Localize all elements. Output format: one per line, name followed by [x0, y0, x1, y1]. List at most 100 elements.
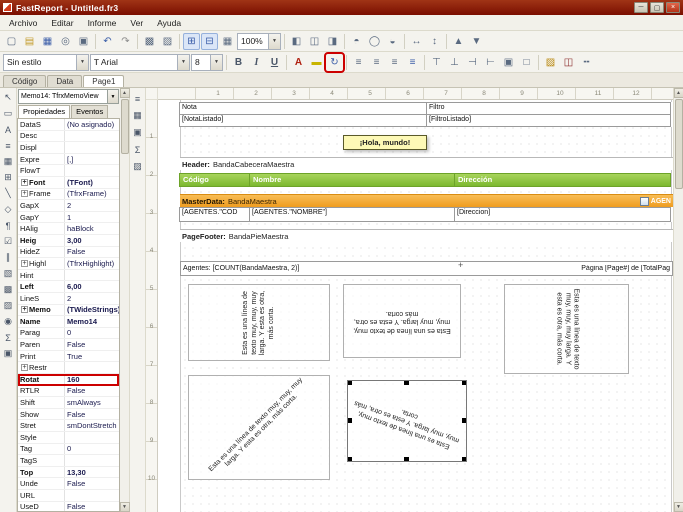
property-row-desc[interactable]: Desc	[18, 131, 119, 143]
bold-icon[interactable]: B	[230, 54, 247, 71]
property-row-lines[interactable]: LineS2	[18, 293, 119, 305]
memo-rotated-180[interactable]: Esta es una línea de texto muy, muy, muy…	[343, 284, 461, 358]
memo-codigo[interactable]: Código	[179, 173, 250, 187]
property-value[interactable]: False	[65, 502, 119, 511]
save-report-icon[interactable]: ▦	[39, 33, 56, 50]
scroll-up-icon[interactable]: ▲	[120, 88, 130, 98]
property-row-print[interactable]: PrintTrue	[18, 351, 119, 363]
memo-nombre[interactable]: Nombre	[249, 173, 455, 187]
expand-icon[interactable]: +	[21, 260, 28, 267]
scroll-down-icon[interactable]: ▼	[120, 502, 130, 512]
property-value[interactable]: (TWideStrings)	[65, 305, 119, 314]
property-row-name[interactable]: NameMemo14	[18, 316, 119, 328]
minimize-button[interactable]: ─	[634, 2, 648, 13]
property-row-shift[interactable]: ShiftsmAlways	[18, 397, 119, 409]
property-row-show[interactable]: ShowFalse	[18, 409, 119, 421]
fit-to-grid-icon[interactable]: ▦	[219, 33, 236, 50]
property-row-tag[interactable]: Tag0	[18, 444, 119, 456]
report-tree-icon[interactable]: ≡	[130, 91, 145, 106]
property-value[interactable]: smDontStretch	[65, 421, 119, 430]
align-text-left-icon[interactable]: ≡	[350, 54, 367, 71]
property-value[interactable]: 1	[65, 213, 119, 222]
property-value[interactable]: False	[65, 479, 119, 488]
ole-object-icon[interactable]: ◉	[1, 314, 16, 329]
fill-color-icon[interactable]: ▨	[542, 54, 559, 71]
scrollbar-thumb[interactable]	[121, 99, 129, 154]
property-value[interactable]: False	[65, 386, 119, 395]
memo-agentes-cod[interactable]: [AGENTES."COD	[179, 207, 250, 222]
checkbox-object-icon[interactable]: ☑	[1, 234, 16, 249]
menu-item-ayuda[interactable]: Ayuda	[150, 17, 188, 29]
chart-object-icon[interactable]: ▧	[1, 266, 16, 281]
property-row-stret[interactable]: StretsmDontStretch	[18, 420, 119, 432]
property-row-expre[interactable]: Expre[,]	[18, 154, 119, 166]
memo-hola-mundo[interactable]: ¡Hola, mundo!	[343, 135, 427, 150]
frame-right-icon[interactable]: ⊢	[482, 54, 499, 71]
align-text-justify-icon[interactable]: ≡	[404, 54, 421, 71]
underline-icon[interactable]: U	[266, 54, 283, 71]
menu-item-ver[interactable]: Ver	[123, 17, 150, 29]
new-report-icon[interactable]: ▢	[3, 33, 20, 50]
font-color-icon[interactable]: A	[290, 54, 307, 71]
frame-color-icon[interactable]: ◫	[560, 54, 577, 71]
undo-icon[interactable]: ↶	[99, 33, 116, 50]
variables-icon[interactable]: Σ	[130, 142, 145, 157]
property-row-unde[interactable]: UndeFalse	[18, 478, 119, 490]
property-value[interactable]: (No asignado)	[65, 120, 119, 129]
inspector-scrollbar[interactable]: ▲ ▼	[120, 88, 130, 512]
memo-agentes-nombre[interactable]: [AGENTES."NOMBRE"]	[249, 207, 455, 222]
italic-icon[interactable]: I	[248, 54, 265, 71]
frame-left-icon[interactable]: ⊣	[464, 54, 481, 71]
property-value[interactable]: 6,00	[65, 282, 119, 291]
close-button[interactable]: ×	[666, 2, 680, 13]
maximize-button[interactable]: ▢	[650, 2, 664, 13]
print-icon[interactable]: ▣	[75, 33, 92, 50]
frame-none-icon[interactable]: □	[518, 54, 535, 71]
group-icon[interactable]: ▩	[141, 33, 158, 50]
property-value[interactable]: (TFont)	[65, 178, 119, 187]
align-text-right-icon[interactable]: ≡	[386, 54, 403, 71]
richtext-object-icon[interactable]: ¶	[1, 218, 16, 233]
property-row-top[interactable]: Top13,30	[18, 467, 119, 479]
property-row-paren[interactable]: ParenFalse	[18, 339, 119, 351]
selection-handle-nw[interactable]	[347, 380, 352, 385]
property-value[interactable]: False	[65, 340, 119, 349]
property-row-halig[interactable]: HAlighaBlock	[18, 223, 119, 235]
property-value[interactable]: 3,00	[65, 236, 119, 245]
bring-to-front-icon[interactable]: ▲	[450, 33, 467, 50]
memo-pagina[interactable]: Página [Page#] de [TotalPag	[581, 265, 672, 272]
property-row-left[interactable]: Left6,00	[18, 281, 119, 293]
selection-handle-e[interactable]	[462, 418, 467, 423]
select-tool-icon[interactable]: ↖	[1, 90, 16, 105]
selection-handle-n[interactable]	[404, 380, 409, 385]
selection-handle-se[interactable]	[462, 457, 467, 462]
gradient-object-icon[interactable]: ▨	[1, 298, 16, 313]
selection-handle-ne[interactable]	[462, 380, 467, 385]
chevron-down-icon[interactable]: ▼	[210, 55, 222, 70]
font-size-combo[interactable]: 8 ▼	[191, 54, 223, 71]
property-value[interactable]: 2	[65, 201, 119, 210]
property-row-hint[interactable]: Hint	[18, 270, 119, 282]
scroll-up-icon[interactable]: ▲	[674, 88, 683, 98]
open-report-icon[interactable]: ▤	[21, 33, 38, 50]
same-height-icon[interactable]: ↕	[426, 33, 443, 50]
expand-icon[interactable]: +	[21, 190, 28, 197]
property-row-frame[interactable]: +Frame(TfrxFrame)	[18, 189, 119, 201]
memo-rotated-270[interactable]: Esta es una línea de texto muy, muy, muy…	[504, 284, 629, 374]
scroll-down-icon[interactable]: ▼	[674, 502, 683, 512]
expand-icon[interactable]: +	[21, 179, 28, 186]
object-selector-combo[interactable]: Memo14: TfrxMemoView ▼	[18, 89, 119, 104]
expand-icon[interactable]: +	[21, 364, 28, 371]
picture-cache-icon[interactable]: ▨	[130, 159, 145, 174]
property-value[interactable]: True	[65, 352, 119, 361]
memo-rotated-160-selected[interactable]: Esta es una línea de texto muy, muy, muy…	[347, 380, 467, 462]
align-top-edges-icon[interactable]: ◓	[348, 33, 365, 50]
property-row-datas[interactable]: DataS(No asignado)	[18, 119, 119, 131]
style-combo[interactable]: Sin estilo ▼	[3, 54, 89, 71]
band-object-icon[interactable]: ≡	[1, 138, 16, 153]
shape-object-icon[interactable]: ◇	[1, 202, 16, 217]
property-row-rtlr[interactable]: RTLRFalse	[18, 386, 119, 398]
dialog-control-icon[interactable]: ▣	[1, 346, 16, 361]
expression-object-icon[interactable]: Σ	[1, 330, 16, 345]
menu-item-informe[interactable]: Informe	[81, 17, 124, 29]
